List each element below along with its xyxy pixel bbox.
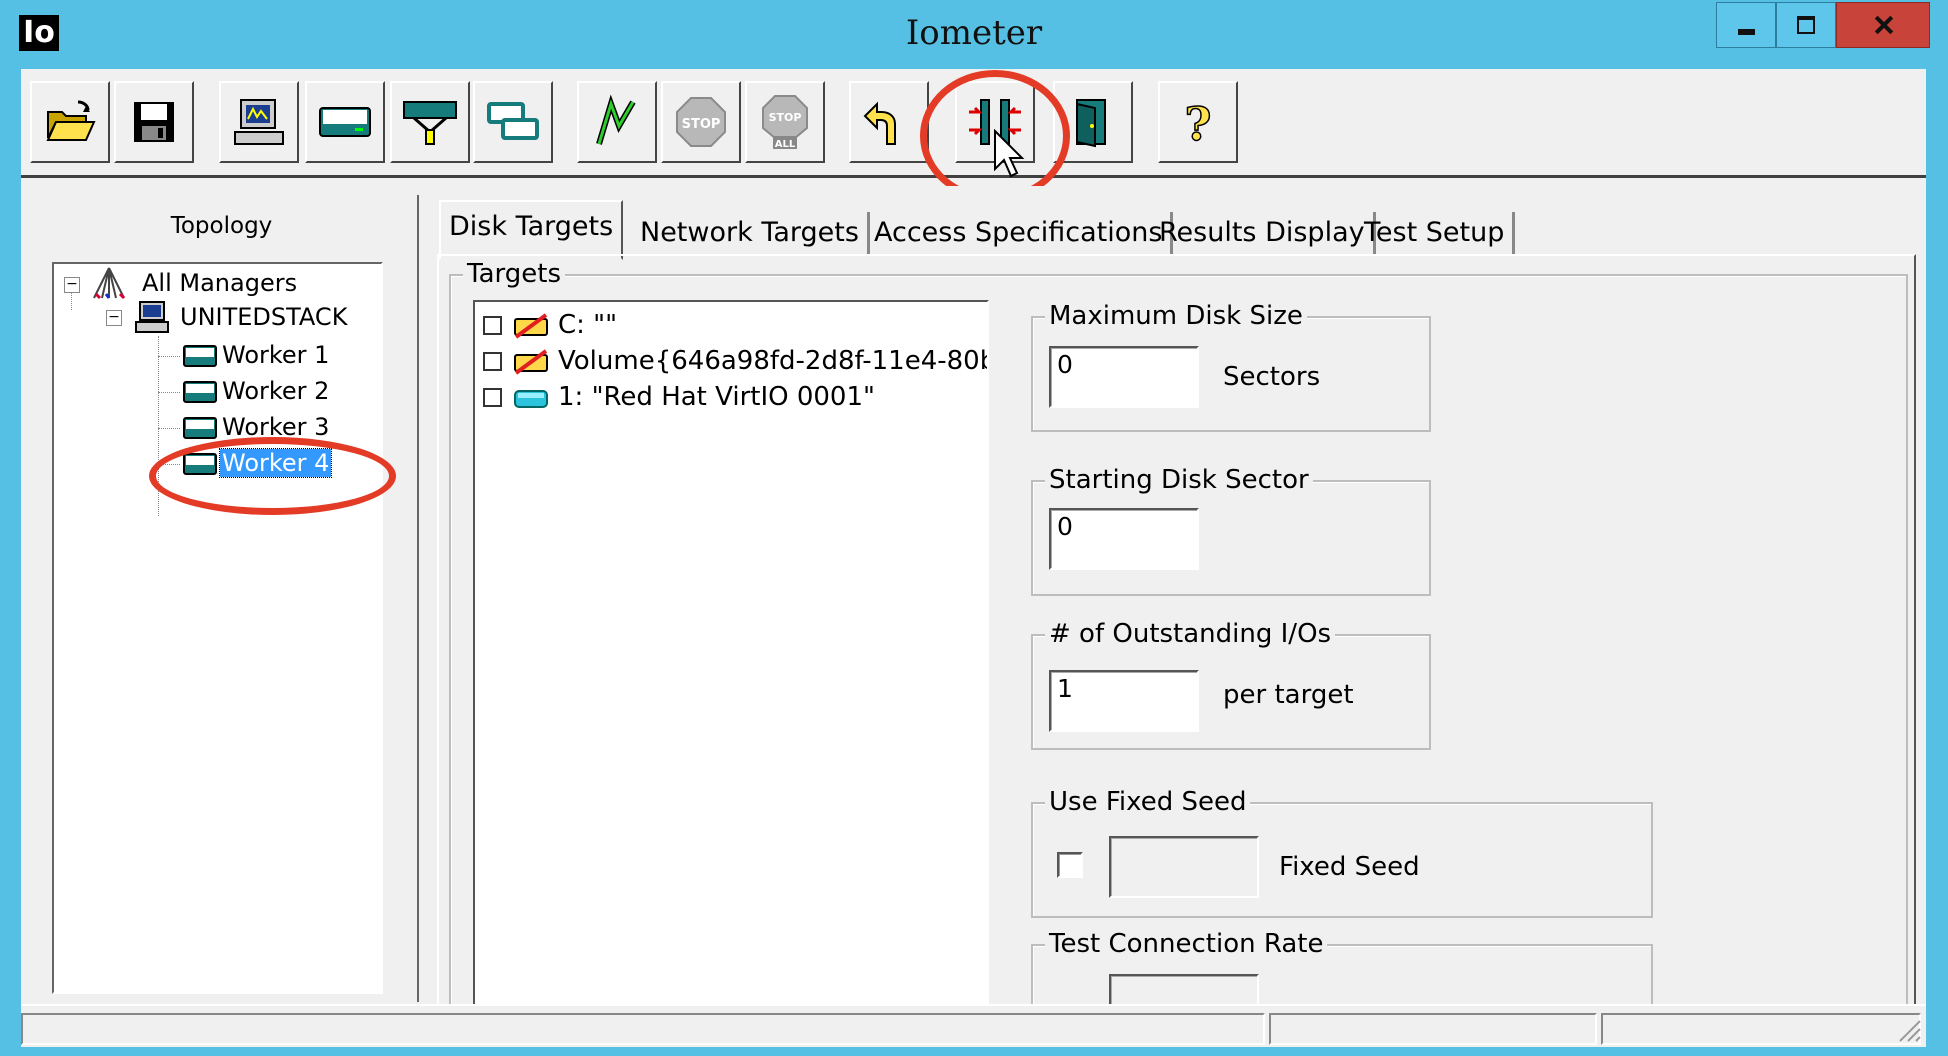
target-label: C: "" — [558, 310, 618, 340]
starting-disk-sector-group: Starting Disk Sector 0 — [1031, 464, 1431, 596]
stop-button[interactable]: STOP — [661, 81, 741, 163]
open-config-button[interactable] — [30, 81, 110, 163]
tree-node-all-managers[interactable]: All Managers — [140, 268, 299, 298]
tab-test-setup[interactable]: Test Setup — [1356, 212, 1516, 254]
about-button[interactable]: ? — [1158, 81, 1238, 163]
target-checkbox[interactable] — [483, 388, 502, 407]
outstanding-ios-group: # of Outstanding I/Os 1 per target — [1031, 618, 1431, 750]
resize-grip-icon[interactable] — [1896, 1017, 1922, 1043]
svg-text:STOP: STOP — [682, 117, 721, 132]
maximize-button[interactable] — [1776, 2, 1836, 48]
fixed-seed-field-label: Fixed Seed — [1279, 852, 1420, 882]
starting-disk-sector-label: Starting Disk Sector — [1045, 464, 1313, 496]
fixed-seed-input[interactable] — [1109, 836, 1259, 898]
worker-disk-icon — [183, 453, 217, 475]
iometer-window: Io Iometer STOP STOP ALL ? Topology − Al… — [0, 0, 1948, 1056]
question-mark-icon: ? — [1184, 96, 1212, 150]
physical-disk-icon — [514, 389, 548, 408]
starting-disk-sector-input[interactable]: 0 — [1049, 508, 1199, 570]
outstanding-ios-unit: per target — [1223, 680, 1354, 710]
tree-node-worker-4[interactable]: Worker 4 — [218, 448, 333, 478]
fixed-seed-group: Use Fixed Seed Fixed Seed — [1031, 786, 1653, 918]
stop-sign-icon: STOP — [676, 97, 726, 147]
main-panel: Disk Targets Network Targets Access Spec… — [419, 186, 1926, 1028]
worker-disk-icon — [183, 381, 217, 403]
target-checkbox[interactable] — [483, 352, 502, 371]
max-disk-size-input[interactable]: 0 — [1049, 346, 1199, 408]
svg-text:STOP: STOP — [769, 111, 802, 124]
start-disk-worker-button[interactable] — [305, 81, 385, 163]
target-item-physical-disk[interactable]: 1: "Red Hat VirtIO 0001" — [483, 380, 875, 414]
collapse-all-managers-icon[interactable]: − — [64, 277, 80, 293]
svg-text:?: ? — [1185, 97, 1212, 150]
tree-node-manager[interactable]: UNITEDSTACK — [178, 302, 349, 332]
computer-icon — [234, 99, 284, 145]
tab-results-display[interactable]: Results Display — [1151, 212, 1376, 254]
topology-panel: Topology − All Managers − UNITEDSTACK Wo… — [36, 195, 420, 1002]
target-item-volume[interactable]: Volume{646a98fd-2d8f-11e4-80b — [483, 344, 989, 378]
reset-workers-button[interactable] — [849, 81, 929, 163]
reset-arrow-icon — [863, 101, 896, 145]
topology-label: Topology — [170, 213, 273, 239]
duplicate-worker-icon — [487, 102, 539, 140]
target-checkbox[interactable] — [483, 316, 502, 335]
target-label: 1: "Red Hat VirtIO 0001" — [558, 382, 875, 412]
start-new-manager-button[interactable] — [219, 81, 299, 163]
outstanding-ios-label: # of Outstanding I/Os — [1045, 618, 1336, 650]
tab-network-targets[interactable]: Network Targets — [632, 212, 870, 254]
title-bar[interactable]: Io Iometer — [0, 0, 1948, 66]
unavailable-drive-icon — [514, 348, 548, 375]
all-managers-icon — [93, 267, 126, 300]
disk-worker-icon — [319, 107, 371, 137]
status-pane-3 — [1601, 1013, 1921, 1045]
target-label: Volume{646a98fd-2d8f-11e4-80b — [558, 346, 989, 376]
green-flag-icon — [596, 94, 636, 145]
start-network-worker-button[interactable] — [390, 81, 470, 163]
use-fixed-seed-label: Use Fixed Seed — [1045, 786, 1251, 818]
toolbar: STOP STOP ALL ? — [21, 69, 1926, 178]
target-item-c[interactable]: C: "" — [483, 308, 617, 342]
duplicate-worker-button[interactable] — [473, 81, 553, 163]
status-pane-2 — [1269, 1013, 1597, 1045]
worker-disk-icon — [183, 417, 217, 439]
stop-all-sign-icon: STOP ALL — [762, 95, 808, 150]
manager-computer-icon — [135, 301, 169, 333]
stop-all-button[interactable]: STOP ALL — [745, 81, 825, 163]
minimize-button[interactable] — [1716, 2, 1776, 48]
unavailable-drive-icon — [514, 312, 548, 339]
targets-label: Targets — [463, 258, 565, 290]
max-disk-size-group: Maximum Disk Size 0 Sectors — [1031, 300, 1431, 432]
window-controls — [1716, 2, 1930, 48]
exit-button[interactable] — [1053, 81, 1133, 163]
tab-disk-targets[interactable]: Disk Targets — [439, 200, 624, 260]
mouse-cursor-icon — [994, 129, 1025, 178]
max-disk-size-unit: Sectors — [1223, 362, 1321, 392]
tree-node-worker-1[interactable]: Worker 1 — [220, 340, 331, 370]
tree-node-worker-2[interactable]: Worker 2 — [220, 376, 331, 406]
tree-node-worker-3[interactable]: Worker 3 — [220, 412, 331, 442]
network-worker-icon — [403, 101, 457, 145]
window-title: Iometer — [905, 13, 1043, 53]
test-connection-rate-label: Test Connection Rate — [1045, 928, 1328, 960]
close-button[interactable] — [1836, 2, 1930, 48]
outstanding-ios-input[interactable]: 1 — [1049, 670, 1199, 732]
floppy-disk-icon — [134, 102, 174, 142]
worker-disk-icon — [183, 345, 217, 367]
tab-access-specifications[interactable]: Access Specifications — [866, 212, 1174, 254]
collapse-manager-icon[interactable]: − — [106, 310, 122, 326]
save-config-button[interactable] — [114, 81, 194, 163]
start-tests-button[interactable] — [577, 81, 657, 163]
targets-list[interactable]: C: "" Volume{646a98fd-2d8f-11e4-80b 1: "… — [473, 300, 989, 1010]
disk-targets-page: Targets C: "" Volume{646a98fd-2d8f-11e4-… — [437, 254, 1916, 1028]
exit-door-icon — [1076, 99, 1106, 148]
status-bar — [21, 1004, 1926, 1047]
folder-open-icon — [46, 100, 96, 141]
svg-text:ALL: ALL — [775, 139, 796, 150]
use-fixed-seed-checkbox[interactable] — [1057, 852, 1083, 878]
topology-tree[interactable]: − All Managers − UNITEDSTACK Worker 1 Wo… — [52, 262, 383, 994]
client-area: STOP STOP ALL ? Topology − All Managers … — [21, 69, 1926, 1047]
max-disk-size-label: Maximum Disk Size — [1045, 300, 1307, 332]
status-pane-main — [21, 1013, 1265, 1045]
